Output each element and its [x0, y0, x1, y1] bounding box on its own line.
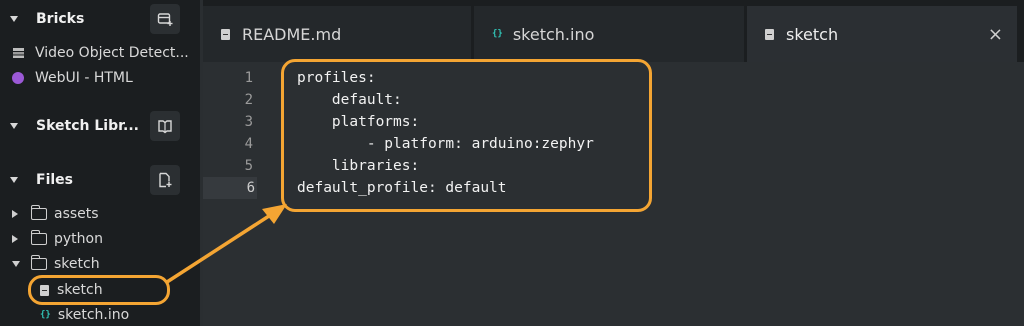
- annotation-arrow: [165, 204, 287, 284]
